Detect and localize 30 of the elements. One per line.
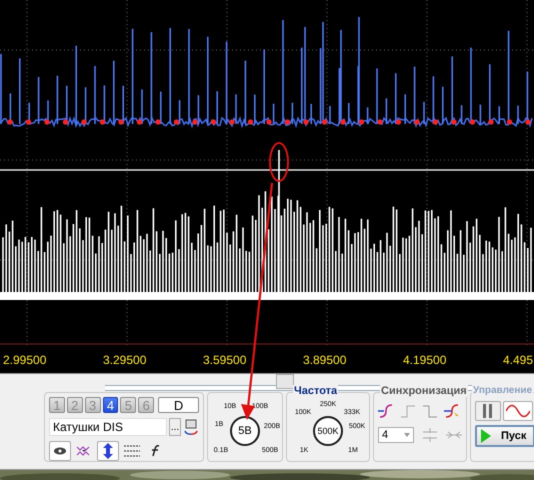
dropdown-icon (404, 433, 410, 437)
trigger-icon[interactable] (444, 403, 460, 419)
rising-edge-icon[interactable] (378, 403, 394, 419)
function-icon[interactable] (150, 445, 162, 457)
control-title: Управление (472, 385, 534, 396)
axis-label: 2.99500 (3, 352, 48, 366)
sine-wave-icon[interactable] (506, 404, 530, 418)
sync-title: Синхронизация (380, 385, 468, 397)
start-button[interactable]: Пуск (475, 425, 534, 447)
frequency-knob[interactable]: 500K (313, 416, 343, 446)
highlight-ellipse (269, 142, 289, 182)
axis-label: 4.495 (503, 352, 534, 366)
frequency-title: Частота (293, 385, 338, 397)
channel-tab[interactable]: 4 (102, 397, 118, 413)
eye-icon[interactable] (53, 446, 67, 456)
scroll-thumb[interactable] (276, 374, 294, 389)
lines-icon[interactable] (124, 445, 140, 457)
vertical-arrows-icon[interactable] (102, 443, 114, 459)
channel-tab[interactable]: D (158, 397, 199, 413)
play-icon (481, 429, 491, 443)
sync-channel-select[interactable]: 4 (378, 427, 414, 443)
axis-label: 3.59500 (203, 352, 248, 366)
channel-name-field[interactable]: Катушки DIS (49, 418, 167, 436)
axis-label: 4.19500 (403, 352, 448, 366)
browse-button[interactable]: ... (169, 418, 181, 436)
monitor-icon[interactable] (183, 419, 199, 435)
axis-label: 3.89500 (303, 352, 348, 366)
pause-icon[interactable] (483, 404, 493, 418)
voltage-knob[interactable]: 5В (230, 416, 260, 446)
axis-label: 3.29500 (103, 352, 148, 366)
